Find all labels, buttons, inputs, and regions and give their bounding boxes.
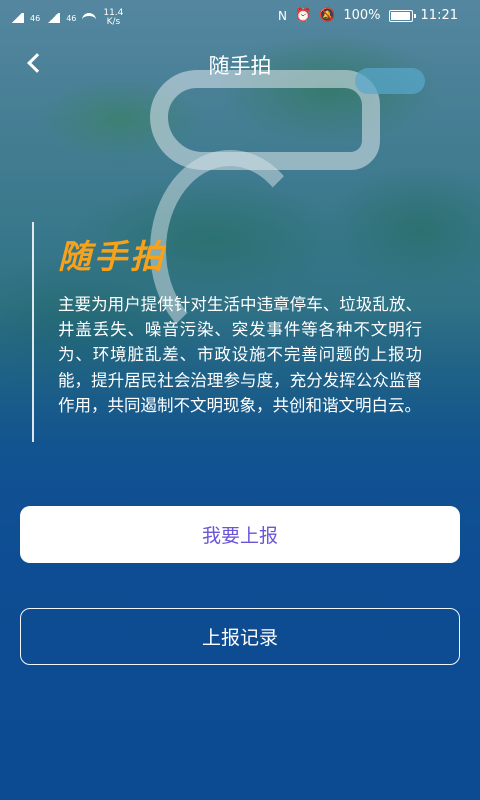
intro-description: 主要为用户提供针对生活中违章停车、垃圾乱放、井盖丢失、噪音污染、突发事件等各种不… [58, 295, 422, 415]
signal-icon [10, 13, 24, 23]
intro-section: 随手拍 主要为用户提供针对生活中违章停车、垃圾乱放、井盖丢失、噪音污染、突发事件… [32, 222, 452, 442]
signal-label-2: 46 [66, 13, 77, 23]
report-button[interactable]: 我要上报 [20, 506, 460, 563]
nav-header: 随手拍 [0, 40, 480, 90]
clock: 11:21 [420, 8, 458, 23]
report-records-button[interactable]: 上报记录 [20, 608, 460, 665]
signal-label-1: 46 [30, 13, 41, 23]
battery-fill [390, 11, 410, 20]
alarm-icon: ⏰ [294, 8, 312, 23]
brand-heading: 随手拍 [58, 237, 166, 276]
nfc-icon: N [278, 8, 287, 23]
wifi-icon [82, 13, 97, 23]
battery-icon [388, 9, 416, 22]
page-title: 随手拍 [208, 54, 272, 78]
mute-icon: 🔕 [319, 8, 336, 23]
battery-percent: 100% [343, 8, 381, 23]
status-bar: 46 46 11.4 K/s N ⏰ 🔕 100% 11:21 [0, 0, 480, 32]
signal-icon [46, 13, 61, 23]
network-speed: 11.4 K/s [103, 8, 124, 27]
